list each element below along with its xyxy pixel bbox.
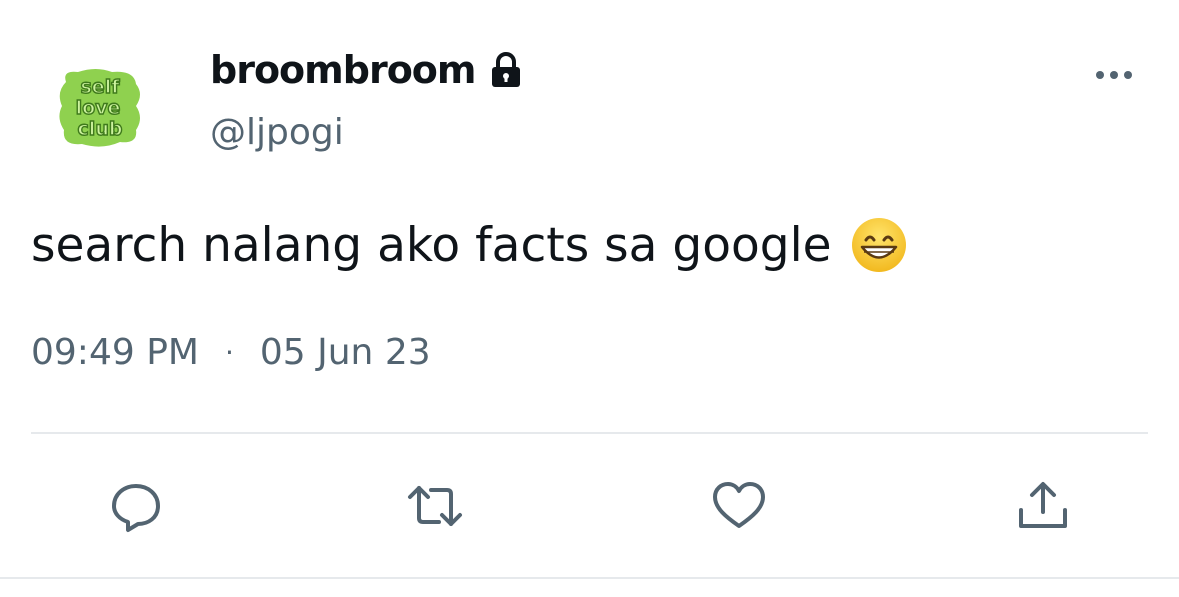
tweet-text: search nalang ako facts sa google — [31, 216, 908, 274]
reply-button[interactable] — [106, 478, 166, 534]
share-button[interactable] — [1013, 478, 1073, 534]
svg-text:love: love — [76, 97, 121, 119]
more-icon — [1096, 71, 1132, 79]
divider — [31, 432, 1148, 434]
retweet-icon — [408, 486, 462, 526]
share-icon — [1019, 482, 1067, 528]
grinning-face-emoji-icon — [850, 216, 908, 274]
author-handle[interactable]: @ljpogi — [210, 112, 344, 153]
reply-icon — [112, 484, 160, 532]
lock-icon — [486, 50, 526, 90]
tweet-time: 09:49 PM — [31, 332, 199, 373]
svg-text:self: self — [81, 76, 121, 98]
more-options-button[interactable] — [1088, 58, 1140, 92]
author-name-row: broombroom — [210, 42, 526, 98]
tweet-timestamp[interactable]: 09:49 PM · 05 Jun 23 — [31, 332, 431, 373]
like-button[interactable] — [709, 478, 769, 534]
tweet-card: self love club broombroom @ljpogi search… — [0, 0, 1179, 597]
svg-text:club: club — [78, 118, 123, 140]
retweet-button[interactable] — [405, 478, 465, 534]
display-name[interactable]: broombroom — [210, 48, 476, 92]
tweet-date: 05 Jun 23 — [259, 332, 431, 373]
self-love-club-logo-icon: self love club — [59, 69, 140, 147]
avatar[interactable]: self love club — [52, 60, 148, 156]
heart-icon — [713, 482, 765, 528]
tweet-text-body: search nalang ako facts sa google — [31, 217, 832, 273]
bottom-divider — [0, 577, 1179, 579]
separator: · — [224, 336, 234, 369]
